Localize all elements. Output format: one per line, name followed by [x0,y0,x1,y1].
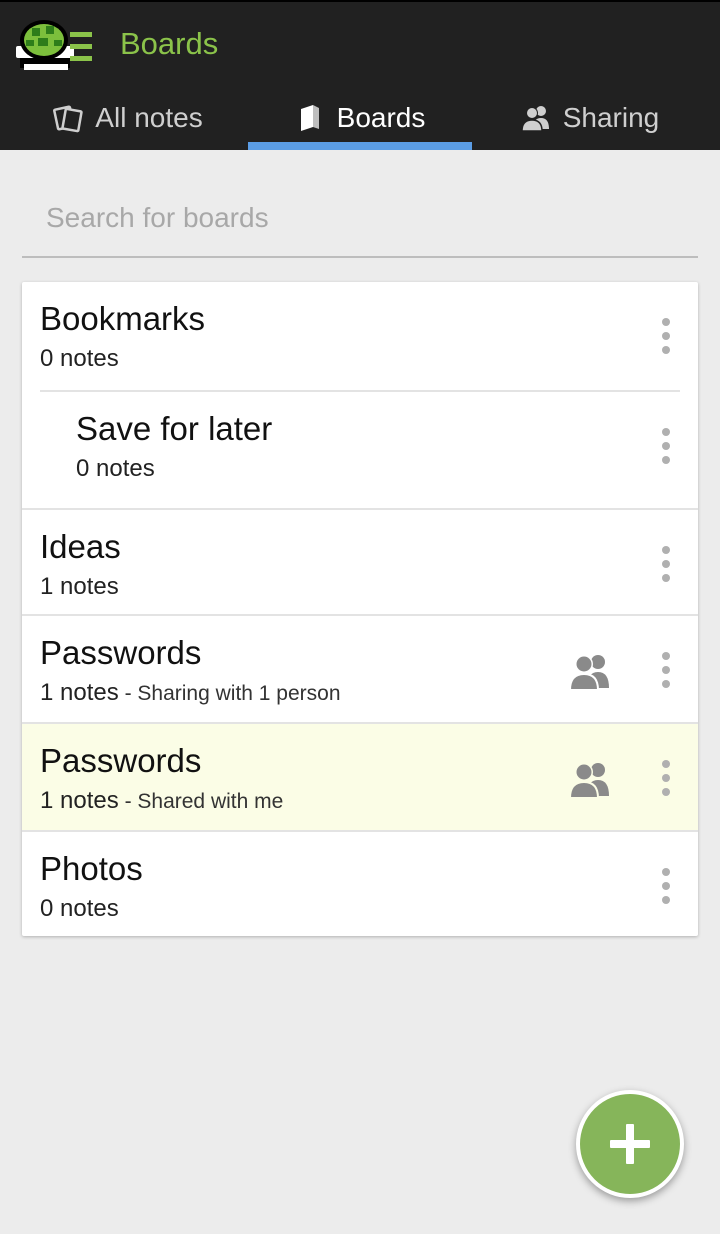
board-note-count: 0 notes [40,895,119,923]
active-tab-indicator [248,142,472,150]
board-name: Photos [40,850,143,887]
tab-all-notes[interactable]: All notes [16,86,240,150]
tab-label: All notes [95,102,203,133]
status-line [0,0,720,2]
note-count: 1 notes [40,679,119,706]
shared-people-icon [570,655,609,690]
more-options-icon[interactable] [658,428,674,468]
tab-sharing[interactable]: Sharing [478,86,702,150]
sharing-status: - Shared with me [118,790,284,813]
note-count: 1 notes [40,573,119,600]
list-item-bookmarks[interactable]: Bookmarks 0 notes [22,282,698,392]
note-count: 0 notes [40,895,119,922]
list-item-photos[interactable]: Photos 0 notes [22,832,698,936]
board-name: Passwords [40,634,202,671]
list-item-ideas[interactable]: Ideas 1 notes [22,510,698,616]
more-options-icon[interactable] [658,546,674,586]
list-item-passwords-shared-with-me[interactable]: Passwords 1 notes - Shared with me [22,724,698,832]
tab-boards[interactable]: Boards [248,86,472,150]
board-note-count: 0 notes [76,455,155,483]
tab-bar: All notes Boards Sharing [0,86,720,150]
more-options-icon[interactable] [658,868,674,908]
note-count: 1 notes [40,787,119,814]
note-count: 0 notes [40,345,119,372]
app-bar: Boards All notes Boards Sharing [0,0,720,150]
tab-label: Boards [336,102,426,133]
board-name: Bookmarks [40,300,206,337]
notes-icon [53,105,84,133]
search-field[interactable] [22,188,706,258]
board-book-icon [300,105,319,131]
search-input[interactable] [22,188,706,248]
list-item-passwords-shared-out[interactable]: Passwords 1 notes - Sharing with 1 perso… [22,616,698,724]
add-board-button[interactable] [576,1090,684,1198]
board-name: Save for later [76,410,273,447]
sharing-status: - Sharing with 1 person [118,682,341,705]
board-name: Passwords [40,742,202,779]
board-note-count: 1 notes - Shared with me [40,787,283,815]
shared-people-icon [570,763,609,798]
plus-icon [610,1124,650,1164]
more-options-icon[interactable] [658,318,674,358]
page-title: Boards [120,26,219,61]
boards-list: Bookmarks 0 notes Save for later 0 notes… [22,282,698,936]
board-note-count: 1 notes [40,573,119,601]
more-options-icon[interactable] [658,652,674,692]
board-name: Ideas [40,528,121,565]
more-options-icon[interactable] [658,760,674,800]
note-count: 0 notes [76,455,155,482]
tab-label: Sharing [562,102,660,133]
turtle-shell-logo-icon[interactable] [14,14,94,74]
list-item-save-for-later[interactable]: Save for later 0 notes [22,392,698,510]
board-note-count: 0 notes [40,345,119,373]
board-note-count: 1 notes - Sharing with 1 person [40,679,341,707]
people-icon [520,106,549,132]
